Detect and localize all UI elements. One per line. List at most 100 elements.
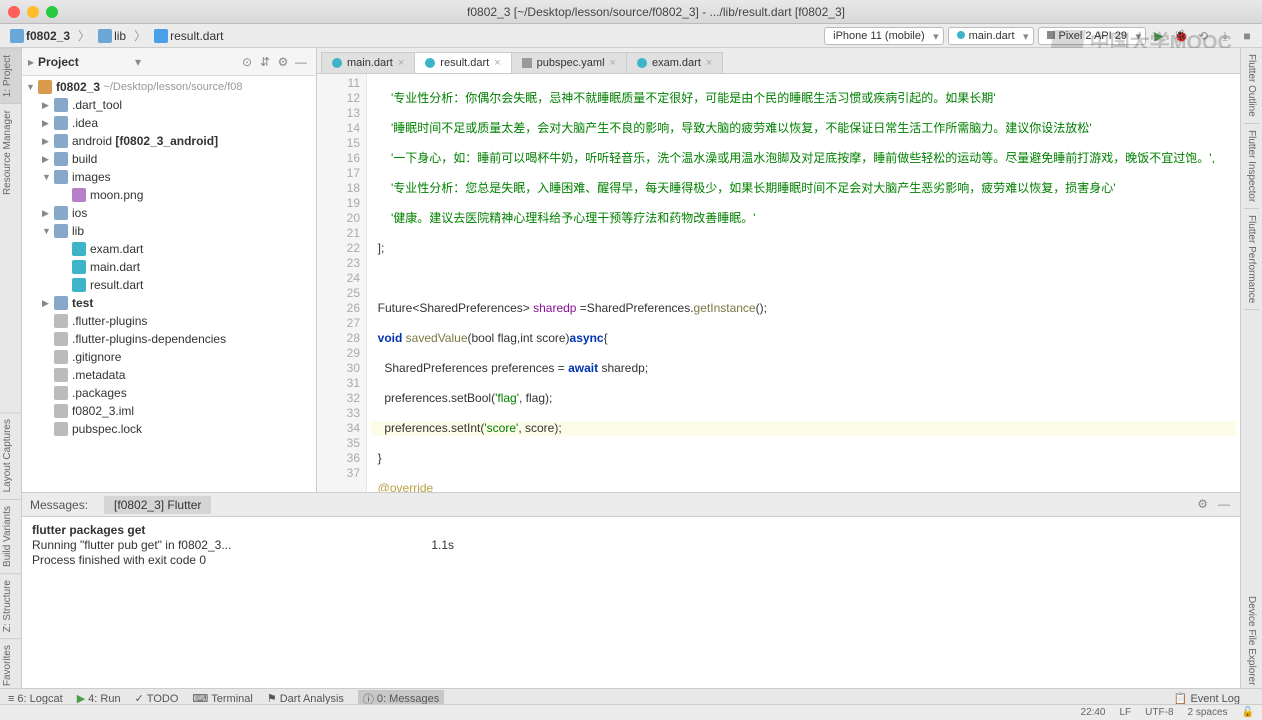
messages-label: Messages: xyxy=(30,498,88,512)
expand-icon[interactable]: ⇵ xyxy=(256,55,274,69)
status-line-ending[interactable]: LF xyxy=(1120,707,1132,718)
tree-moon[interactable]: moon.png xyxy=(22,186,316,204)
hide-icon[interactable]: — xyxy=(1218,497,1230,511)
tree-idea[interactable]: ▶.idea xyxy=(22,114,316,132)
dart-file-icon xyxy=(637,58,647,68)
hot-reload-icon[interactable]: ⟲ xyxy=(1194,27,1212,45)
gear-icon[interactable]: ⚙ xyxy=(274,55,292,69)
dart-file-icon xyxy=(154,29,168,43)
tree-android[interactable]: ▶android [f0802_3_android] xyxy=(22,132,316,150)
tool-structure[interactable]: Z: Structure xyxy=(0,573,21,638)
stop-icon[interactable]: ■ xyxy=(1238,27,1256,45)
chevron-right-icon: 〉 xyxy=(134,27,146,44)
folder-icon xyxy=(54,170,68,184)
attach-icon[interactable]: ⤓ xyxy=(1216,27,1234,45)
project-dropdown-icon[interactable]: ▸ xyxy=(28,55,34,69)
left-tool-strip: 1: Project Resource Manager Layout Captu… xyxy=(0,48,22,692)
hide-icon[interactable]: — xyxy=(292,55,310,69)
tree-metadata[interactable]: .metadata xyxy=(22,366,316,384)
tool-resource-manager[interactable]: Resource Manager xyxy=(0,103,21,201)
debug-icon[interactable]: 🐞 xyxy=(1172,27,1190,45)
device-selector[interactable]: iPhone 11 (mobile) xyxy=(824,27,944,45)
tree-root[interactable]: ▼f0802_3 ~/Desktop/lesson/source/f08 xyxy=(22,78,316,96)
file-icon xyxy=(54,368,68,382)
dart-file-icon xyxy=(72,260,86,274)
status-lock-icon[interactable]: 🔓 xyxy=(1242,707,1254,718)
tree-main[interactable]: main.dart xyxy=(22,258,316,276)
folder-icon xyxy=(54,224,68,238)
tree-ios[interactable]: ▶ios xyxy=(22,204,316,222)
status-cursor-position[interactable]: 22:40 xyxy=(1080,707,1105,718)
run-toolbar: iPhone 11 (mobile) main.dart Pixel 2 API… xyxy=(824,27,1256,45)
tab-main[interactable]: main.dart× xyxy=(321,52,415,73)
breadcrumb-bar: f0802_3 〉 lib 〉 result.dart iPhone 11 (m… xyxy=(0,24,1262,48)
file-icon xyxy=(54,332,68,346)
tool-flutter-performance[interactable]: Flutter Performance xyxy=(1244,209,1259,310)
tool-project[interactable]: 1: Project xyxy=(0,48,21,103)
tool-device-explorer[interactable]: Device File Explorer xyxy=(1244,590,1259,692)
messages-tab-flutter[interactable]: [f0802_3] Flutter xyxy=(104,496,211,514)
console-line: Running "flutter pub get" in f0802_3...1… xyxy=(32,538,1230,553)
tree-exam[interactable]: exam.dart xyxy=(22,240,316,258)
tab-exam[interactable]: exam.dart× xyxy=(626,52,723,73)
editor-tabs: main.dart× result.dart× pubspec.yaml× ex… xyxy=(317,48,1240,74)
file-icon xyxy=(54,314,68,328)
target-icon[interactable]: ⊙ xyxy=(238,55,256,69)
tree-build[interactable]: ▶build xyxy=(22,150,316,168)
tab-pubspec[interactable]: pubspec.yaml× xyxy=(511,52,627,73)
maximize-window-icon[interactable] xyxy=(46,6,58,18)
tree-lock[interactable]: pubspec.lock xyxy=(22,420,316,438)
chevron-down-icon[interactable]: ▾ xyxy=(135,55,141,69)
bottom-logcat[interactable]: ≡6: Logcat xyxy=(8,693,63,705)
messages-body[interactable]: flutter packages get Running "flutter pu… xyxy=(22,517,1240,574)
gear-icon[interactable]: ⚙ xyxy=(1197,497,1208,511)
folder-icon xyxy=(54,152,68,166)
breadcrumb-project[interactable]: f0802_3 xyxy=(6,28,74,44)
run-icon[interactable]: ▶ xyxy=(1150,27,1168,45)
tree-packages[interactable]: .packages xyxy=(22,384,316,402)
dart-file-icon xyxy=(425,58,435,68)
close-icon[interactable]: × xyxy=(494,57,500,69)
project-panel-title[interactable]: Project xyxy=(38,55,135,69)
file-icon xyxy=(54,404,68,418)
traffic-lights xyxy=(8,6,58,18)
status-encoding[interactable]: UTF-8 xyxy=(1145,707,1173,718)
folder-icon xyxy=(54,296,68,310)
dart-file-icon xyxy=(72,242,86,256)
close-icon[interactable]: × xyxy=(398,57,404,69)
tool-flutter-outline[interactable]: Flutter Outline xyxy=(1244,48,1259,124)
tree-images[interactable]: ▼images xyxy=(22,168,316,186)
tree-iml[interactable]: f0802_3.iml xyxy=(22,402,316,420)
tree-flutter-plugins[interactable]: .flutter-plugins xyxy=(22,312,316,330)
close-window-icon[interactable] xyxy=(8,6,20,18)
tree-result[interactable]: result.dart xyxy=(22,276,316,294)
breadcrumb-folder[interactable]: lib xyxy=(94,28,130,44)
tree-test[interactable]: ▶test xyxy=(22,294,316,312)
tree-flutter-deps[interactable]: .flutter-plugins-dependencies xyxy=(22,330,316,348)
run-config-selector[interactable]: main.dart xyxy=(948,27,1034,45)
window-title: f0802_3 [~/Desktop/lesson/source/f0802_3… xyxy=(58,5,1254,19)
dart-file-icon xyxy=(72,278,86,292)
tree-lib[interactable]: ▼lib xyxy=(22,222,316,240)
status-indent[interactable]: 2 spaces xyxy=(1188,707,1228,718)
tool-favorites[interactable]: Favorites xyxy=(0,638,21,692)
tree-gitignore[interactable]: .gitignore xyxy=(22,348,316,366)
dart-file-icon xyxy=(332,58,342,68)
tool-flutter-inspector[interactable]: Flutter Inspector xyxy=(1244,124,1259,209)
close-icon[interactable]: × xyxy=(706,57,712,69)
file-icon xyxy=(54,350,68,364)
image-file-icon xyxy=(72,188,86,202)
tool-captures[interactable]: Layout Captures xyxy=(0,412,21,498)
close-icon[interactable]: × xyxy=(610,57,616,69)
console-line: flutter packages get xyxy=(32,523,1230,538)
breadcrumb-file[interactable]: result.dart xyxy=(150,28,227,44)
folder-icon xyxy=(54,116,68,130)
chevron-right-icon: 〉 xyxy=(78,27,90,44)
tree-dart-tool[interactable]: ▶.dart_tool xyxy=(22,96,316,114)
tab-result[interactable]: result.dart× xyxy=(414,52,511,73)
module-icon xyxy=(38,80,52,94)
avd-selector[interactable]: Pixel 2 API 29 xyxy=(1038,27,1147,45)
minimize-window-icon[interactable] xyxy=(27,6,39,18)
tool-build-variants[interactable]: Build Variants xyxy=(0,499,21,573)
yaml-file-icon xyxy=(522,58,532,68)
